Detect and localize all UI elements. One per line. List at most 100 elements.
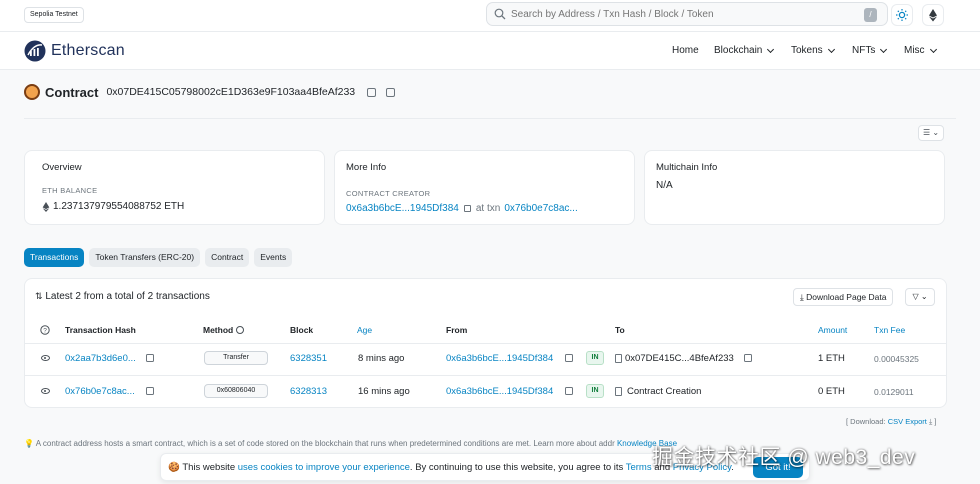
nav-tokens[interactable]: Tokens [791, 45, 835, 56]
etherscan-logo[interactable]: Etherscan [24, 40, 125, 62]
eth-balance-label: ETH BALANCE [42, 186, 98, 195]
contract-creator-label: CONTRACT CREATOR [346, 189, 431, 198]
sort-icon: ⇅ [35, 291, 43, 301]
overview-card: Overview ETH BALANCE 1.23713797955408875… [24, 150, 325, 225]
nav-nfts[interactable]: NFTs [852, 45, 888, 56]
copy-icon[interactable] [565, 387, 573, 395]
col-method: Method [203, 325, 244, 335]
chevron-down-icon [929, 45, 937, 53]
nav-nfts-label: NFTs [852, 45, 876, 56]
contract-creator: 0x6a3b6bcE...1945Df384 at txn 0x76b0e7c8… [346, 203, 578, 214]
tab-contract[interactable]: Contract [205, 248, 250, 267]
more-info-card: More Info CONTRACT CREATOR 0x6a3b6bcE...… [334, 150, 635, 225]
eye-icon[interactable] [41, 388, 50, 394]
creator-txn-link[interactable]: 0x76b0e7c8ac... [504, 203, 577, 214]
nav-home-label: Home [672, 45, 699, 56]
search-input[interactable] [511, 7, 841, 22]
top-bar: Sepolia Testnet / [0, 0, 980, 32]
download-page-data-button[interactable]: ⤓ Download Page Data [793, 288, 894, 306]
cookie-icon: 🍪 [168, 462, 180, 473]
txn-hash-link[interactable]: 0x2aa7b3d6e0... [65, 353, 136, 364]
nav-misc[interactable]: Misc [904, 45, 937, 56]
col-txn-fee[interactable]: Txn Fee [874, 325, 905, 335]
copy-icon[interactable] [146, 387, 154, 395]
from-address-link[interactable]: 0x6a3b6bcE...1945Df384 [446, 386, 553, 397]
tab-token-transfers[interactable]: Token Transfers (ERC-20) [89, 248, 201, 267]
chevron-down-icon [880, 45, 888, 53]
ethereum-icon [929, 9, 937, 22]
txn-fee: 0.00045325 [874, 354, 919, 364]
eth-balance: 1.237137979554088752 ETH [42, 201, 184, 212]
tab-transactions[interactable]: Transactions [24, 248, 85, 267]
eth-balance-value: 1.237137979554088752 ETH [53, 201, 185, 212]
nav-blockchain-label: Blockchain [714, 45, 763, 56]
col-block: Block [290, 325, 314, 335]
csv-suffix-icon: ⤓ ] [928, 417, 937, 426]
svg-text:?: ? [43, 327, 47, 334]
tab-events[interactable]: Events [254, 248, 293, 267]
search-shortcut-badge: / [864, 8, 877, 22]
copy-icon[interactable] [367, 87, 377, 97]
network-switch-button[interactable] [922, 4, 944, 26]
tab-bar: Transactions Token Transfers (ERC-20) Co… [24, 248, 293, 267]
theme-toggle-button[interactable] [891, 4, 913, 26]
col-method-label: Method [203, 325, 234, 335]
txn-amount: 0 ETH [818, 386, 845, 397]
cookie-text: 🍪 This website uses cookies to improve y… [168, 462, 734, 473]
copy-icon[interactable] [565, 354, 573, 362]
overview-title: Overview [42, 162, 82, 173]
direction-badge: IN [586, 351, 604, 365]
cookie-policy-link[interactable]: uses cookies to improve your experience [238, 462, 410, 473]
csv-export-link[interactable]: CSV Export [888, 417, 927, 426]
transactions-card: ⇅ Latest 2 from a total of 2 transaction… [24, 278, 947, 408]
block-link[interactable]: 6328351 [290, 353, 327, 364]
creator-address-link[interactable]: 0x6a3b6bcE...1945Df384 [346, 203, 459, 214]
view-options-button[interactable]: ☰ ⌄ [918, 125, 944, 141]
nav-home[interactable]: Home [672, 45, 699, 56]
col-transaction-hash: Transaction Hash [65, 325, 136, 335]
help-circle-icon[interactable]: ? [40, 325, 50, 335]
section-divider [24, 118, 956, 119]
to-address[interactable]: 0x07DE415C...4BfeAf233 [625, 353, 734, 364]
lightbulb-icon: 💡 [24, 439, 34, 448]
multichain-value: N/A [656, 180, 673, 191]
block-link[interactable]: 6328313 [290, 386, 327, 397]
at-txn-text: at txn [475, 203, 501, 214]
col-amount[interactable]: Amount [818, 325, 847, 335]
nav-blockchain[interactable]: Blockchain [714, 45, 775, 56]
eye-icon[interactable] [41, 355, 50, 361]
col-age[interactable]: Age [357, 325, 372, 335]
txn-age: 16 mins ago [358, 386, 410, 397]
copy-icon[interactable] [744, 354, 752, 362]
qr-code-icon[interactable] [386, 87, 396, 97]
multichain-title: Multichain Info [656, 162, 718, 173]
transactions-summary-text: Latest 2 from a total of 2 transactions [45, 291, 210, 302]
list-view-icon: ☰ ⌄ [922, 128, 940, 137]
contract-creation-icon [615, 387, 622, 396]
filter-button[interactable]: ▽ ⌄ [905, 288, 935, 306]
note-text: A contract address hosts a smart contrac… [35, 439, 615, 448]
cookie-text-2: . By continuing to use this website, you… [409, 462, 624, 473]
copy-icon[interactable] [146, 354, 154, 362]
copy-icon[interactable] [463, 205, 471, 212]
watermark: 掘金技术社区 @ web3_dev [652, 446, 916, 469]
chevron-down-icon [827, 45, 835, 53]
txn-hash-link[interactable]: 0x76b0e7c8ac... [65, 386, 135, 397]
cookie-text-1: This website [182, 462, 236, 473]
search-box[interactable]: / [486, 2, 888, 26]
info-icon[interactable] [235, 326, 244, 334]
brand-name: Etherscan [51, 42, 125, 59]
contract-file-icon [615, 354, 622, 363]
multichain-card: Multichain Info N/A [644, 150, 945, 225]
nav-misc-label: Misc [904, 45, 925, 56]
ethereum-icon [42, 201, 50, 212]
contract-header: Contract 0x07DE415C05798002cE1D363e9F103… [24, 84, 396, 100]
etherscan-logo-icon [24, 40, 46, 62]
direction-badge: IN [586, 384, 604, 398]
txn-age: 8 mins ago [358, 353, 405, 364]
csv-prefix: [ Download: [846, 417, 886, 426]
terms-link[interactable]: Terms [626, 462, 652, 473]
method-badge: Transfer [204, 351, 268, 365]
from-address-link[interactable]: 0x6a3b6bcE...1945Df384 [446, 353, 553, 364]
method-badge: 0x60806040 [204, 384, 268, 398]
